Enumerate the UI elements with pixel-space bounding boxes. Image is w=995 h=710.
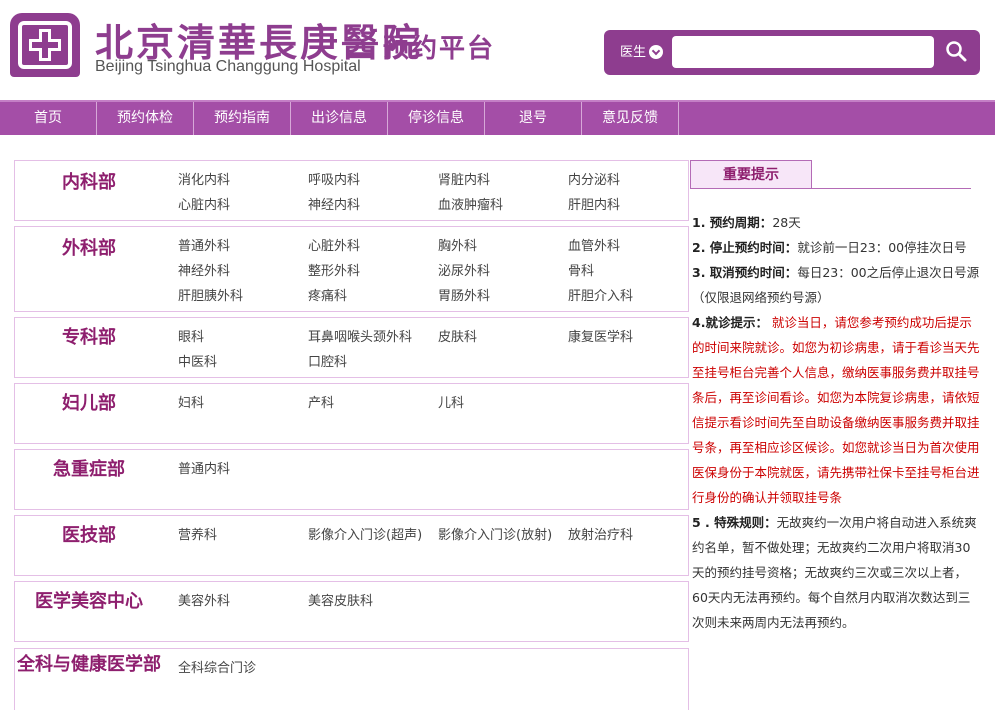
department-name: 内科部	[62, 172, 116, 193]
notice-body: 1. 预约周期：28天 2. 停止预约时间：就诊前一日23：00停挂次日号 3.…	[692, 210, 981, 635]
clinic-link[interactable]: 内分泌科	[568, 169, 620, 188]
platform-title: 预约平台	[383, 34, 496, 64]
notice-item: 3. 取消预约时间：每日23：00之后停止退次日号源（仅限退网络预约号源）	[692, 260, 981, 310]
clinic-link[interactable]: 骨科	[568, 260, 594, 279]
department-row: 全科与健康医学部 全科综合门诊	[14, 648, 689, 710]
department-row: 医技部 营养科 影像介入门诊(超声) 影像介入门诊(放射) 放射治疗科	[14, 515, 689, 576]
header: 北京清華長庚醫院 Beijing Tsinghua Changgung Hosp…	[0, 0, 995, 100]
department-name: 急重症部	[53, 459, 125, 480]
clinic-link[interactable]: 妇科	[178, 392, 204, 411]
search-input[interactable]	[672, 36, 934, 68]
notice-text: 就诊前一日23：00停挂次日号	[797, 240, 967, 255]
clinic-link[interactable]: 美容外科	[178, 590, 230, 609]
nav-checkup[interactable]: 预约体检	[97, 102, 194, 135]
clinic-link[interactable]: 呼吸内科	[308, 169, 360, 188]
search-button[interactable]	[939, 36, 973, 68]
department-name: 外科部	[62, 238, 116, 259]
nav-schedule[interactable]: 出诊信息	[291, 102, 388, 135]
department-name: 医技部	[62, 525, 116, 546]
clinic-link[interactable]: 儿科	[438, 392, 464, 411]
clinic-link[interactable]: 美容皮肤科	[308, 590, 373, 609]
search-type-select[interactable]: 医生	[614, 38, 669, 68]
clinic-link[interactable]: 康复医学科	[568, 326, 633, 345]
clinic-link[interactable]: 肝胆内科	[568, 194, 620, 213]
clinic-link[interactable]: 肾脏内科	[438, 169, 490, 188]
chevron-down-icon	[649, 44, 664, 59]
notice-label: 1. 预约周期：	[692, 215, 773, 230]
main-nav: 首页 预约体检 预约指南 出诊信息 停诊信息 退号 意见反馈	[0, 100, 995, 135]
clinic-link[interactable]: 心脏外科	[308, 235, 360, 254]
notice-divider	[690, 188, 971, 189]
notice-title: 重要提示	[690, 160, 812, 188]
notice-item: 2. 停止预约时间：就诊前一日23：00停挂次日号	[692, 235, 981, 260]
clinic-link[interactable]: 普通内科	[178, 458, 230, 477]
clinic-link[interactable]: 皮肤科	[438, 326, 477, 345]
nav-home[interactable]: 首页	[0, 102, 97, 135]
notice-item: 5 . 特殊规则：无故爽约一次用户将自动进入系统爽约名单，暂不做处理；无故爽约二…	[692, 510, 981, 635]
notice-text: 28天	[772, 215, 801, 230]
clinic-link[interactable]: 产科	[308, 392, 334, 411]
notice-item: 4.就诊提示： 就诊当日，请您参考预约成功后提示的时间来院就诊。如您为初诊病患，…	[692, 310, 981, 510]
search-box: 医生	[604, 30, 980, 75]
clinic-link[interactable]: 胃肠外科	[438, 285, 490, 304]
notice-label: 3. 取消预约时间：	[692, 265, 798, 280]
notice-label: 2. 停止预约时间：	[692, 240, 798, 255]
department-name: 全科与健康医学部	[17, 654, 161, 675]
department-row: 专科部 眼科 耳鼻咽喉头颈外科 皮肤科 康复医学科 中医科 口腔科	[14, 317, 689, 378]
clinic-link[interactable]: 整形外科	[308, 260, 360, 279]
department-row: 内科部 消化内科 呼吸内科 肾脏内科 内分泌科 心脏内科 神经内科 血液肿瘤科 …	[14, 160, 689, 221]
clinic-link[interactable]: 消化内科	[178, 169, 230, 188]
notice-item: 1. 预约周期：28天	[692, 210, 981, 235]
search-icon	[946, 40, 967, 61]
department-name: 专科部	[62, 327, 116, 348]
clinic-link[interactable]: 营养科	[178, 524, 217, 543]
clinic-link[interactable]: 神经内科	[308, 194, 360, 213]
clinic-link[interactable]: 眼科	[178, 326, 204, 345]
nav-feedback[interactable]: 意见反馈	[582, 102, 679, 135]
search-type-label: 医生	[620, 45, 647, 60]
notice-warning-text: 就诊当日，请您参考预约成功后提示的时间来院就诊。如您为初诊病患，请于看诊当天先至…	[692, 315, 980, 505]
clinic-link[interactable]: 胸外科	[438, 235, 477, 254]
notice-text: 无故爽约一次用户将自动进入系统爽约名单，暂不做处理；无故爽约二次用户将取消30天…	[692, 515, 977, 630]
hospital-name-en: Beijing Tsinghua Changgung Hospital	[95, 58, 361, 75]
clinic-link[interactable]: 影像介入门诊(超声)	[308, 524, 422, 543]
clinic-link[interactable]: 普通外科	[178, 235, 230, 254]
clinic-link[interactable]: 口腔科	[308, 351, 347, 370]
clinic-link[interactable]: 中医科	[178, 351, 217, 370]
nav-guide[interactable]: 预约指南	[194, 102, 291, 135]
notice-label: 4.就诊提示：	[692, 315, 768, 330]
clinic-link[interactable]: 血液肿瘤科	[438, 194, 503, 213]
hospital-logo-icon	[10, 13, 80, 77]
clinic-link[interactable]: 泌尿外科	[438, 260, 490, 279]
department-name: 妇儿部	[62, 393, 116, 414]
nav-cancel[interactable]: 退号	[485, 102, 582, 135]
department-row: 外科部 普通外科 心脏外科 胸外科 血管外科 神经外科 整形外科 泌尿外科 骨科…	[14, 226, 689, 312]
clinic-link[interactable]: 血管外科	[568, 235, 620, 254]
nav-suspension[interactable]: 停诊信息	[388, 102, 485, 135]
clinic-link[interactable]: 放射治疗科	[568, 524, 633, 543]
clinic-link[interactable]: 耳鼻咽喉头颈外科	[308, 326, 412, 345]
department-row: 医学美容中心 美容外科 美容皮肤科	[14, 581, 689, 642]
clinic-link[interactable]: 全科综合门诊	[178, 657, 256, 676]
clinic-link[interactable]: 肝胆介入科	[568, 285, 633, 304]
clinic-link[interactable]: 影像介入门诊(放射)	[438, 524, 552, 543]
clinic-link[interactable]: 心脏内科	[178, 194, 230, 213]
clinic-link[interactable]: 疼痛科	[308, 285, 347, 304]
clinic-link[interactable]: 肝胆胰外科	[178, 285, 243, 304]
department-row: 妇儿部 妇科 产科 儿科	[14, 383, 689, 444]
notice-label: 5 . 特殊规则：	[692, 515, 777, 530]
department-name: 医学美容中心	[35, 591, 143, 612]
clinic-link[interactable]: 神经外科	[178, 260, 230, 279]
department-row: 急重症部 普通内科	[14, 449, 689, 510]
